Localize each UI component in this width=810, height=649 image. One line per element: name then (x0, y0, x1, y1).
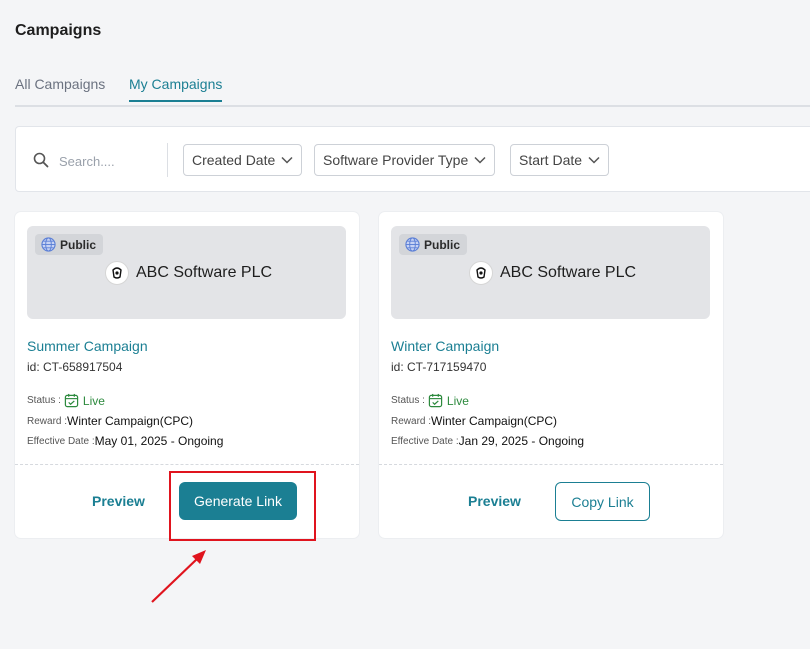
status-row: Status : Live (27, 393, 105, 408)
reward-label: Reward : (27, 415, 68, 427)
card-divider (379, 464, 723, 465)
globe-icon (41, 237, 56, 252)
calendar-check-icon (64, 393, 79, 408)
arrow-annotation (151, 550, 206, 603)
card-divider (15, 464, 359, 465)
visibility-label: Public (424, 237, 461, 252)
tab-all-campaigns[interactable]: All Campaigns (15, 76, 105, 100)
campaign-id: id: CT-658917504 (27, 360, 123, 374)
status-row: Status : Live (391, 393, 469, 408)
preview-button[interactable]: Preview (468, 493, 521, 509)
reward-row: Reward : Winter Campaign(CPC) (391, 414, 557, 428)
status-label: Status : (27, 395, 61, 406)
copy-link-button[interactable]: Copy Link (555, 482, 650, 521)
effective-date-row: Effective Date : Jan 29, 2025 - Ongoing (391, 434, 584, 448)
start-date-dropdown[interactable]: Start Date (510, 144, 610, 176)
reward-value: Winter Campaign(CPC) (67, 414, 194, 428)
campaign-id: id: CT-717159470 (391, 360, 487, 374)
reward-value: Winter Campaign(CPC) (431, 414, 558, 428)
effective-date-label: Effective Date : (391, 435, 459, 447)
status-label: Status : (391, 395, 425, 406)
campaign-banner: Public ABC Software PLC (391, 226, 710, 319)
page-title: Campaigns (15, 22, 102, 39)
provider: ABC Software PLC (105, 261, 272, 285)
provider-logo-icon (469, 261, 493, 285)
status-value: Live (446, 393, 469, 408)
effective-date-label: Effective Date : (27, 435, 95, 447)
status-badge: Live (64, 393, 105, 408)
tab-my-campaigns[interactable]: My Campaigns (129, 76, 223, 102)
preview-button[interactable]: Preview (92, 493, 145, 509)
campaign-name-link[interactable]: Summer Campaign (27, 338, 148, 354)
visibility-badge: Public (35, 234, 104, 255)
software-provider-type-dropdown-label: Software Provider Type (323, 152, 469, 168)
chevron-down-icon (281, 156, 293, 164)
reward-row: Reward : Winter Campaign(CPC) (27, 414, 193, 428)
campaign-card: Public ABC Software PLC Winter Campaign … (379, 212, 723, 538)
highlight-box (169, 471, 316, 541)
created-date-dropdown-label: Created Date (192, 152, 276, 168)
divider (167, 143, 168, 177)
chevron-down-icon (474, 156, 486, 164)
visibility-badge: Public (399, 234, 468, 255)
status-badge: Live (428, 393, 469, 408)
filter-bar: Created Date Software Provider Type Star… (15, 126, 810, 192)
search-icon (33, 152, 49, 168)
reward-label: Reward : (391, 415, 432, 427)
campaign-banner: Public ABC Software PLC (27, 226, 346, 319)
software-provider-type-dropdown[interactable]: Software Provider Type (314, 144, 496, 176)
visibility-label: Public (60, 237, 97, 252)
provider-name: ABC Software PLC (500, 264, 637, 281)
provider-logo-icon (105, 261, 129, 285)
status-value: Live (82, 393, 105, 408)
effective-date-row: Effective Date : May 01, 2025 - Ongoing (27, 434, 223, 448)
start-date-dropdown-label: Start Date (519, 152, 583, 168)
campaign-name-link[interactable]: Winter Campaign (391, 338, 499, 354)
search-input[interactable] (57, 149, 161, 173)
chevron-down-icon (588, 156, 600, 164)
effective-date-value: Jan 29, 2025 - Ongoing (458, 434, 585, 448)
calendar-check-icon (428, 393, 443, 408)
tab-bar: All Campaigns My Campaigns (15, 76, 810, 107)
created-date-dropdown[interactable]: Created Date (183, 144, 303, 176)
effective-date-value: May 01, 2025 - Ongoing (94, 434, 224, 448)
provider-name: ABC Software PLC (136, 264, 273, 281)
provider: ABC Software PLC (469, 261, 636, 285)
globe-icon (405, 237, 420, 252)
